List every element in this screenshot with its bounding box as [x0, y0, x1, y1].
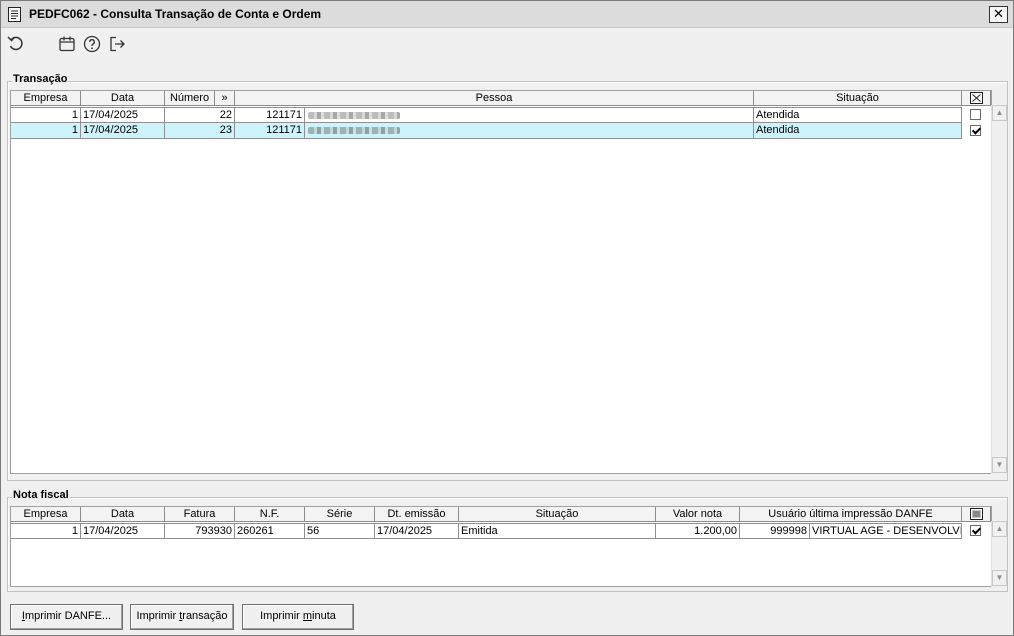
header-check-all[interactable] [962, 507, 991, 522]
row-checkbox[interactable] [970, 109, 981, 120]
main-window: PEDFC062 - Consulta Transação de Conta e… [0, 0, 1014, 636]
imprimir-transacao-button[interactable]: Imprimir transação [130, 604, 234, 630]
cell-empresa: 1 [11, 523, 81, 539]
redacted-name [308, 127, 400, 134]
check-all-icon[interactable] [969, 92, 983, 105]
cell-serie: 56 [305, 523, 375, 539]
cell-dt-emissao: 17/04/2025 [375, 523, 459, 539]
cell-pessoa-nome [305, 123, 754, 139]
header-dt-emissao[interactable]: Dt. emissão [375, 507, 459, 522]
help-icon[interactable] [82, 34, 102, 54]
cell-empresa: 1 [11, 107, 81, 123]
header-situacao[interactable]: Situação [459, 507, 656, 522]
redacted-name [308, 112, 400, 119]
window-title: PEDFC062 - Consulta Transação de Conta e… [29, 7, 322, 21]
refresh-icon[interactable] [6, 34, 26, 54]
header-empresa[interactable]: Empresa [11, 91, 81, 106]
header-data[interactable]: Data [81, 91, 165, 106]
scroll-down-button[interactable]: ▼ [992, 457, 1007, 473]
transacao-scrollbar[interactable]: ▲ ▼ [991, 105, 1007, 474]
header-check-all[interactable] [962, 91, 991, 106]
cell-pessoa-nome [305, 107, 754, 123]
cell-pessoa-codigo: 121171 [235, 107, 305, 123]
cell-numero: 22 [165, 107, 235, 123]
scroll-down-button[interactable]: ▼ [992, 570, 1007, 586]
header-pessoa[interactable]: Pessoa [235, 91, 754, 106]
close-button[interactable]: ✕ [989, 6, 1008, 23]
cell-situacao: Emitida [459, 523, 656, 539]
row-checkbox[interactable] [970, 125, 981, 136]
header-fatura[interactable]: Fatura [165, 507, 235, 522]
button-label-part: Imprimir [260, 610, 303, 622]
scroll-up-button[interactable]: ▲ [992, 105, 1007, 121]
cell-empresa: 1 [11, 123, 81, 139]
button-label-part: ransação [182, 610, 228, 622]
transacao-title: Transação [12, 73, 69, 85]
nota-fiscal-scrollbar[interactable]: ▲ ▼ [991, 521, 1007, 587]
header-nf[interactable]: N.F. [235, 507, 305, 522]
cell-valor-nota: 1.200,00 [656, 523, 740, 539]
nota-fiscal-grid: Empresa Data Fatura N.F. Série Dt. emiss… [10, 506, 992, 587]
header-valor-nota[interactable]: Valor nota [656, 507, 740, 522]
imprimir-minuta-button[interactable]: Imprimir minuta [242, 604, 354, 630]
header-usuario[interactable]: Usuário última impressão DANFE [740, 507, 962, 522]
document-icon [8, 7, 21, 22]
calendar-icon[interactable] [57, 34, 77, 54]
header-situacao[interactable]: Situação [754, 91, 962, 106]
button-label-part: inuta [312, 610, 336, 622]
button-accesskey: m [302, 610, 313, 622]
header-serie[interactable]: Série [305, 507, 375, 522]
cell-pessoa-codigo: 121171 [235, 123, 305, 139]
cell-usuario-nome: VIRTUAL AGE - DESENVOLVIM [810, 523, 962, 539]
nota-fiscal-title: Nota fiscal [12, 489, 70, 501]
header-data[interactable]: Data [81, 507, 165, 522]
scroll-up-button[interactable]: ▲ [992, 521, 1007, 537]
cell-data: 17/04/2025 [81, 523, 165, 539]
imprimir-danfe-button[interactable]: Imprimir DANFE... [10, 604, 123, 630]
cell-usuario-codigo: 999998 [740, 523, 810, 539]
header-empresa[interactable]: Empresa [11, 507, 81, 522]
check-all-icon[interactable] [969, 508, 983, 521]
cell-fatura: 793930 [165, 523, 235, 539]
cell-numero: 23 [165, 123, 235, 139]
transacao-grid: Empresa Data Número » Pessoa Situação 1 … [10, 90, 992, 474]
cell-nf: 260261 [235, 523, 305, 539]
cell-data: 17/04/2025 [81, 123, 165, 139]
cell-situacao: Atendida [754, 123, 962, 139]
toolbar [1, 29, 1013, 59]
title-bar: PEDFC062 - Consulta Transação de Conta e… [1, 1, 1013, 28]
cell-data: 17/04/2025 [81, 107, 165, 123]
header-numero[interactable]: Número [165, 91, 215, 106]
cell-situacao: Atendida [754, 107, 962, 123]
button-label-part: mprimir DANFE... [24, 610, 112, 622]
header-expand[interactable]: » [215, 91, 235, 106]
button-label-part: Imprimir [136, 610, 180, 622]
row-checkbox[interactable] [970, 525, 981, 536]
exit-icon[interactable] [107, 34, 127, 54]
